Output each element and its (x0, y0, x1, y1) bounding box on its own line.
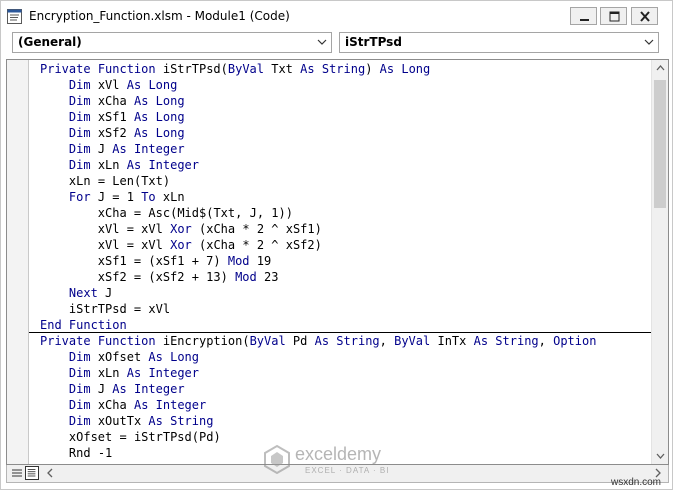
code-line[interactable]: iStrTPsd = xVl (40, 301, 650, 317)
scroll-left-icon[interactable] (43, 466, 57, 480)
code-line[interactable]: Dim J As Integer (40, 381, 650, 397)
code-line[interactable]: xVl = xVl Xor (xCha * 2 ^ xSf1) (40, 221, 650, 237)
code-line[interactable]: Dim xOutTx As String (40, 413, 650, 429)
code-line[interactable]: xCha = Asc(Mid$(Txt, J, 1)) (40, 205, 650, 221)
code-line[interactable]: Dim xCha As Integer (40, 397, 650, 413)
maximize-button[interactable] (600, 7, 627, 25)
code-line[interactable]: Private Function iEncryption(ByVal Pd As… (40, 333, 650, 349)
object-combo-value: (General) (18, 35, 82, 49)
window-title: Encryption_Function.xlsm - Module1 (Code… (29, 9, 290, 23)
scroll-down-icon[interactable] (652, 447, 669, 464)
exceldemy-logo-icon (264, 444, 290, 474)
code-line[interactable]: Dim xSf1 As Long (40, 109, 650, 125)
exceldemy-watermark: exceldemy EXCEL · DATA · BI (263, 444, 433, 476)
watermark-tagline: EXCEL · DATA · BI (305, 466, 390, 475)
title-bar[interactable]: Encryption_Function.xlsm - Module1 (Code… (1, 1, 672, 31)
scrollbar-thumb[interactable] (654, 80, 666, 208)
code-line[interactable]: xLn = Len(Txt) (40, 173, 650, 189)
code-line[interactable]: Dim xLn As Integer (40, 365, 650, 381)
vba-module-icon (7, 9, 22, 24)
code-line[interactable]: xOfset = iStrTPsd(Pd) (40, 429, 650, 445)
minimize-button[interactable] (570, 7, 597, 25)
code-editor[interactable]: Private Function iStrTPsd(ByVal Txt As S… (6, 59, 669, 465)
code-line[interactable]: xSf2 = (xSf2 + 13) Mod 23 (40, 269, 650, 285)
vba-code-window: Encryption_Function.xlsm - Module1 (Code… (0, 0, 673, 490)
code-line[interactable]: Dim xVl As Long (40, 77, 650, 93)
procedure-separator (29, 332, 651, 333)
minimize-icon (580, 19, 589, 21)
object-combo[interactable]: (General) (12, 32, 332, 53)
vertical-scrollbar[interactable] (651, 60, 668, 464)
procedure-combo[interactable]: iStrTPsd (339, 32, 659, 53)
code-line[interactable]: Dim xSf2 As Long (40, 125, 650, 141)
close-button[interactable] (631, 7, 658, 25)
scroll-up-icon[interactable] (652, 60, 669, 77)
code-lines[interactable]: Private Function iStrTPsd(ByVal Txt As S… (40, 61, 650, 463)
code-line[interactable]: Dim xOfset As Long (40, 349, 650, 365)
close-icon (640, 11, 650, 22)
code-line[interactable]: xSf1 = (xSf1 + 7) Mod 19 (40, 253, 650, 269)
code-line[interactable]: Next J (40, 285, 650, 301)
margin-indicator-bar[interactable] (7, 60, 29, 464)
watermark-name: exceldemy (295, 444, 382, 464)
maximize-icon (609, 11, 620, 22)
code-line[interactable]: Private Function iStrTPsd(ByVal Txt As S… (40, 61, 650, 77)
chevron-down-icon[interactable] (315, 35, 329, 50)
procedure-combo-value: iStrTPsd (345, 35, 402, 49)
site-label: wsxdn.com (611, 477, 662, 488)
code-line[interactable]: Dim xLn As Integer (40, 157, 650, 173)
code-line[interactable]: Dim xCha As Long (40, 93, 650, 109)
full-module-view-icon[interactable] (25, 466, 39, 480)
chevron-down-icon[interactable] (642, 35, 656, 50)
code-line[interactable]: xVl = xVl Xor (xCha * 2 ^ xSf2) (40, 237, 650, 253)
code-line[interactable]: End Function (40, 317, 650, 333)
procedure-view-icon[interactable] (10, 466, 24, 480)
code-line[interactable]: Dim J As Integer (40, 141, 650, 157)
code-line[interactable]: For J = 1 To xLn (40, 189, 650, 205)
